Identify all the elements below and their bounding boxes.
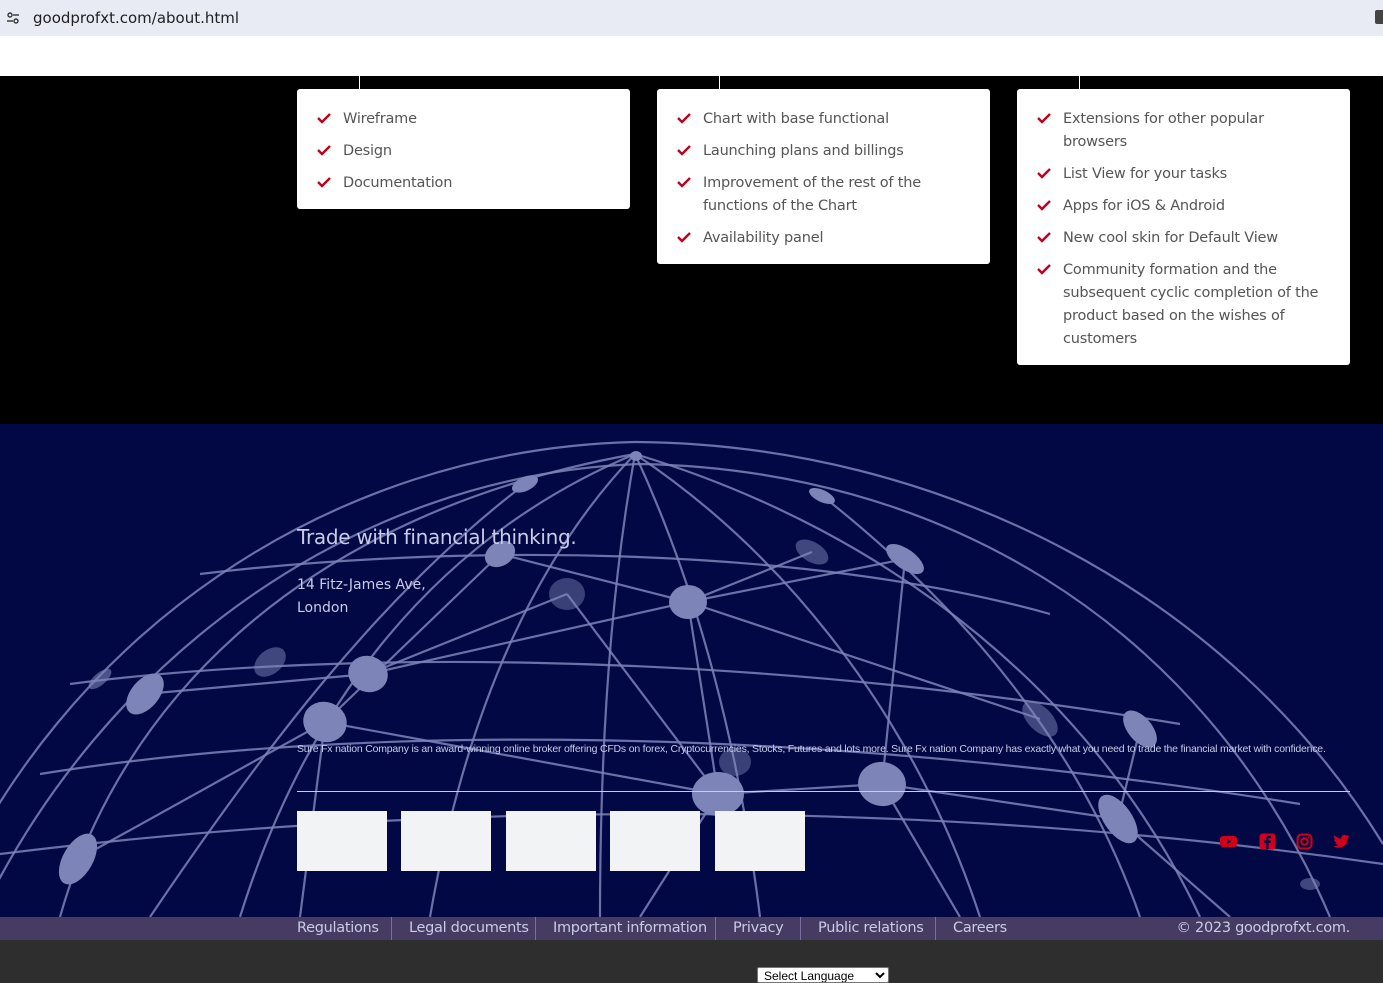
partner-logo [401,811,491,871]
check-icon [1037,232,1051,243]
footer-divider [297,791,1350,792]
roadmap-item: Design [317,140,610,163]
nav-separator [935,917,936,940]
partner-logo [506,811,596,871]
check-icon [317,145,331,156]
roadmap-item: Apps for iOS & Android [1037,195,1330,218]
roadmap-item: Wireframe [317,108,610,131]
browser-address-bar: goodprofxt.com/about.html [0,0,1383,36]
nav-separator [800,917,801,940]
instagram-icon[interactable] [1296,833,1313,850]
roadmap-card-2: Chart with base functional Launching pla… [657,89,990,264]
url-text[interactable]: goodprofxt.com/about.html [33,9,239,27]
check-icon [677,145,691,156]
nav-separator [715,917,716,940]
roadmap-item: Extensions for other popular browsers [1037,108,1330,154]
youtube-icon[interactable] [1220,833,1237,850]
partner-logo [715,811,805,871]
facebook-icon[interactable] [1259,833,1276,850]
site-footer: Trade with financial thinking. 14 Fitz-J… [0,424,1383,917]
roadmap-section: Wireframe Design Documentation Chart wit… [0,76,1383,424]
footer-bottom-nav: Regulations Legal documents Important in… [0,917,1383,940]
roadmap-connector [359,76,360,89]
partner-logo [610,811,700,871]
footer-address: 14 Fitz-James Ave, London [297,577,426,616]
check-icon [317,177,331,188]
roadmap-item: Availability panel [677,227,970,250]
nav-link-important-information[interactable]: Important information [553,920,707,936]
check-icon [1037,113,1051,124]
roadmap-item: Improvement of the rest of the functions… [677,172,970,218]
copyright-text: © 2023 goodprofxt.com. [1176,920,1351,936]
check-icon [1037,264,1051,275]
check-icon [317,113,331,124]
site-header [0,36,1383,76]
extension-icon[interactable] [1375,10,1383,24]
twitter-icon[interactable] [1333,833,1350,850]
nav-link-legal-documents[interactable]: Legal documents [409,920,529,936]
nav-separator [535,917,536,940]
roadmap-item: Community formation and the subsequent c… [1037,259,1330,351]
roadmap-card-3: Extensions for other popular browsers Li… [1017,89,1350,365]
nav-link-regulations[interactable]: Regulations [297,920,379,936]
roadmap-item: New cool skin for Default View [1037,227,1330,250]
site-settings-icon[interactable] [6,11,20,25]
roadmap-connector [719,76,720,89]
nav-link-privacy[interactable]: Privacy [733,920,784,936]
nav-separator [391,917,392,940]
roadmap-item: Launching plans and billings [677,140,970,163]
check-icon [677,177,691,188]
roadmap-item: Documentation [317,172,610,195]
footer-disclaimer: Sure Fx nation Company is an award-winni… [297,743,1326,755]
roadmap-card-1: Wireframe Design Documentation [297,89,630,209]
check-icon [677,113,691,124]
check-icon [1037,168,1051,179]
roadmap-item: List View for your tasks [1037,163,1330,186]
roadmap-item: Chart with base functional [677,108,970,131]
roadmap-connector [1079,76,1080,89]
partner-logo [297,811,387,871]
check-icon [1037,200,1051,211]
language-bar: Select Language [0,940,1383,983]
footer-tagline: Trade with financial thinking. [297,525,577,549]
nav-link-careers[interactable]: Careers [953,920,1007,936]
nav-link-public-relations[interactable]: Public relations [818,920,924,936]
check-icon [677,232,691,243]
language-select[interactable]: Select Language [757,967,889,983]
